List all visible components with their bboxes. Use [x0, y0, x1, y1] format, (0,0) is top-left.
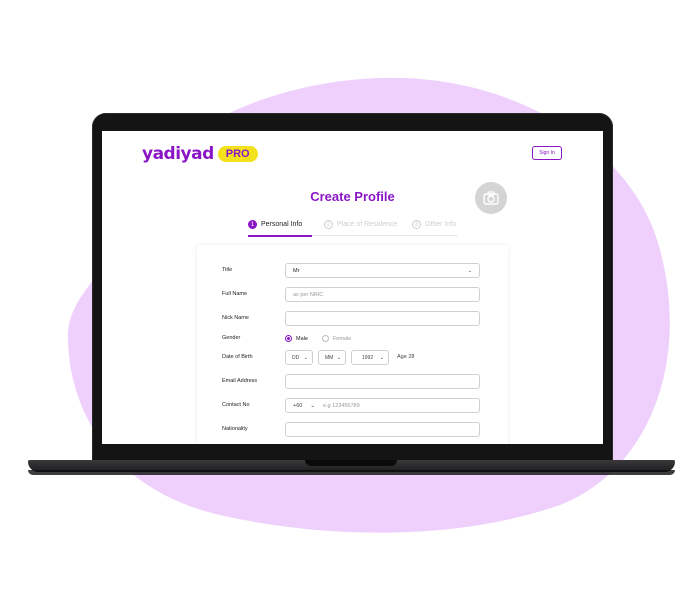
title-label: Title [222, 267, 233, 273]
brand-name: yadiyad [142, 144, 214, 164]
contact-placeholder: e.g 123456789 [322, 402, 360, 409]
nick-name-label: Nick Name [222, 315, 249, 321]
dob-day-select[interactable]: DD ⌄ [285, 350, 313, 365]
full-name-label: Full Name [222, 291, 248, 297]
laptop-notch [305, 460, 397, 466]
gender-radio-group: Male Female [285, 335, 365, 342]
step-place-of-residence[interactable]: 2 Place of Residence [324, 220, 397, 229]
gender-label: Gender [222, 335, 241, 341]
full-name-placeholder: as per NRIC [293, 291, 324, 298]
chevron-down-icon: ⌄ [310, 402, 315, 409]
chevron-down-icon: ⌄ [467, 268, 472, 274]
chevron-down-icon: ⌄ [303, 355, 308, 361]
step-number: 1 [248, 220, 257, 229]
step-number: 2 [324, 220, 333, 229]
step-personal-info[interactable]: 1 Personal Info [248, 220, 302, 229]
gender-female-radio[interactable] [321, 335, 329, 342]
title-value: Mr [293, 267, 300, 274]
dob-month-value: MM [325, 354, 334, 361]
dob-month-select[interactable]: MM ⌄ [318, 350, 346, 365]
contact-label: Contact No [222, 402, 250, 408]
nationality-label: Nationality [222, 426, 248, 432]
progress-steps: 1 Personal Info 2 Place of Residence 3 O… [248, 218, 458, 238]
step-progress-track [312, 235, 458, 236]
dob-day-value: DD [292, 354, 300, 361]
dob-year-select[interactable]: 1992 ⌄ [351, 350, 389, 365]
chevron-down-icon: ⌄ [379, 355, 384, 361]
nationality-input[interactable] [285, 422, 480, 437]
sign-in-button[interactable]: Sign In [532, 146, 562, 160]
step-progress-active [248, 235, 312, 237]
contact-input[interactable]: +60 ⌄ e.g 123456789 [285, 398, 480, 413]
dob-label: Date of Birth [222, 354, 253, 360]
step-label: Place of Residence [337, 221, 398, 228]
step-other-info[interactable]: 3 Other Info [412, 220, 456, 229]
email-label: Email Address [222, 378, 258, 384]
full-name-input[interactable]: as per NRIC [285, 287, 480, 302]
laptop-screen: yadiyad PRO Sign In Create Profile 1 Per… [102, 131, 603, 444]
email-input[interactable] [285, 374, 480, 389]
country-code-select[interactable]: +60 [293, 403, 302, 409]
step-number: 3 [412, 220, 421, 229]
title-select[interactable]: Mr ⌄ [285, 263, 480, 278]
chevron-down-icon: ⌄ [336, 355, 341, 361]
age-display: Age 28 [397, 354, 415, 360]
step-label: Other Info [425, 221, 457, 228]
laptop-base-edge [28, 470, 675, 475]
gender-male-radio[interactable] [285, 335, 292, 342]
brand-logo[interactable]: yadiyad PRO [142, 144, 258, 164]
pro-badge: PRO [217, 146, 258, 162]
dob-year-value: 1992 [362, 354, 374, 361]
profile-photo-upload[interactable] [475, 182, 507, 214]
page-title: Create Profile [310, 189, 395, 204]
gender-male-label[interactable]: Male [296, 336, 308, 342]
camera-icon [483, 191, 499, 205]
step-label: Personal Info [261, 221, 303, 228]
profile-form-card: Title Mr ⌄ Full Name as per NRIC Nick Na… [197, 245, 508, 444]
gender-female-label[interactable]: Female [333, 336, 351, 342]
nick-name-input[interactable] [285, 311, 480, 326]
